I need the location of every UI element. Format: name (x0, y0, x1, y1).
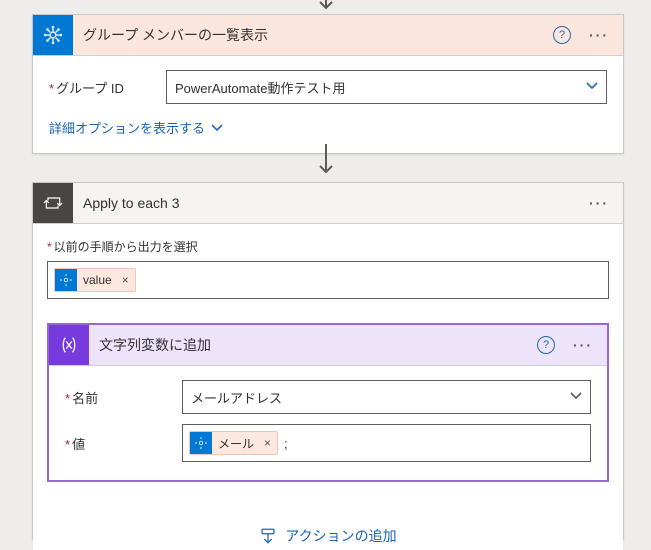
add-action-label: アクションの追加 (285, 526, 396, 546)
card-header[interactable]: 文字列変数に追加 ? ··· (49, 325, 607, 366)
append-to-string-variable-card[interactable]: 文字列変数に追加 ? ··· 名前 メールアドレス (47, 323, 609, 482)
azuread-icon (33, 15, 73, 55)
previous-output-label: 以前の手順から出力を選択 (47, 238, 609, 255)
card-title: Apply to each 3 (83, 195, 575, 211)
previous-output-field[interactable]: value × (47, 261, 609, 299)
chevron-down-icon (570, 390, 582, 405)
chevron-down-icon (211, 122, 223, 134)
token-value[interactable]: value × (54, 268, 136, 292)
apply-to-each-card[interactable]: Apply to each 3 ··· 以前の手順から出力を選択 (32, 182, 624, 540)
card-title: 文字列変数に追加 (99, 335, 527, 355)
add-action-icon (259, 527, 277, 545)
card-title: グループ メンバーの一覧表示 (83, 25, 543, 45)
variable-icon (49, 325, 89, 365)
add-action-area: アクションの追加 (47, 526, 609, 548)
token-remove-button[interactable]: × (264, 436, 271, 450)
variable-name-dropdown[interactable]: メールアドレス (182, 380, 591, 414)
azuread-icon (190, 432, 212, 454)
more-menu-button[interactable]: ··· (585, 195, 613, 211)
help-icon[interactable]: ? (537, 336, 555, 354)
show-advanced-options-link[interactable]: 詳細オプションを表示する (49, 114, 223, 137)
advanced-options-label: 詳細オプションを表示する (49, 118, 205, 137)
flow-arrow-middle (316, 144, 336, 183)
literal-text: ; (284, 436, 288, 451)
token-label: value (83, 273, 112, 287)
token-remove-button[interactable]: × (122, 273, 129, 287)
chevron-down-icon (586, 80, 598, 95)
more-menu-button[interactable]: ··· (569, 337, 597, 353)
field-label-name: 名前 (65, 388, 170, 407)
variable-value-field[interactable]: メール × ; (182, 424, 591, 462)
card-body: 以前の手順から出力を選択 value × (33, 224, 623, 550)
card-header[interactable]: Apply to each 3 ··· (33, 183, 623, 224)
action-card-list-group-members[interactable]: グループ メンバーの一覧表示 ? ··· グループ ID PowerAutoma… (32, 14, 624, 154)
token-mail[interactable]: メール × (189, 431, 278, 455)
token-label: メール (218, 435, 254, 452)
azuread-icon (55, 269, 77, 291)
add-action-button[interactable]: アクションの追加 (259, 526, 396, 546)
group-id-value: PowerAutomate動作テスト用 (175, 78, 346, 97)
group-id-dropdown[interactable]: PowerAutomate動作テスト用 (166, 70, 607, 104)
variable-name-value: メールアドレス (191, 388, 282, 407)
help-icon[interactable]: ? (553, 26, 571, 44)
field-label-group-id: グループ ID (49, 78, 154, 97)
card-header[interactable]: グループ メンバーの一覧表示 ? ··· (33, 15, 623, 56)
more-menu-button[interactable]: ··· (585, 27, 613, 43)
loop-icon (33, 183, 73, 223)
card-body: グループ ID PowerAutomate動作テスト用 詳細オプションを表示する (33, 56, 623, 153)
field-label-value: 値 (65, 434, 170, 453)
